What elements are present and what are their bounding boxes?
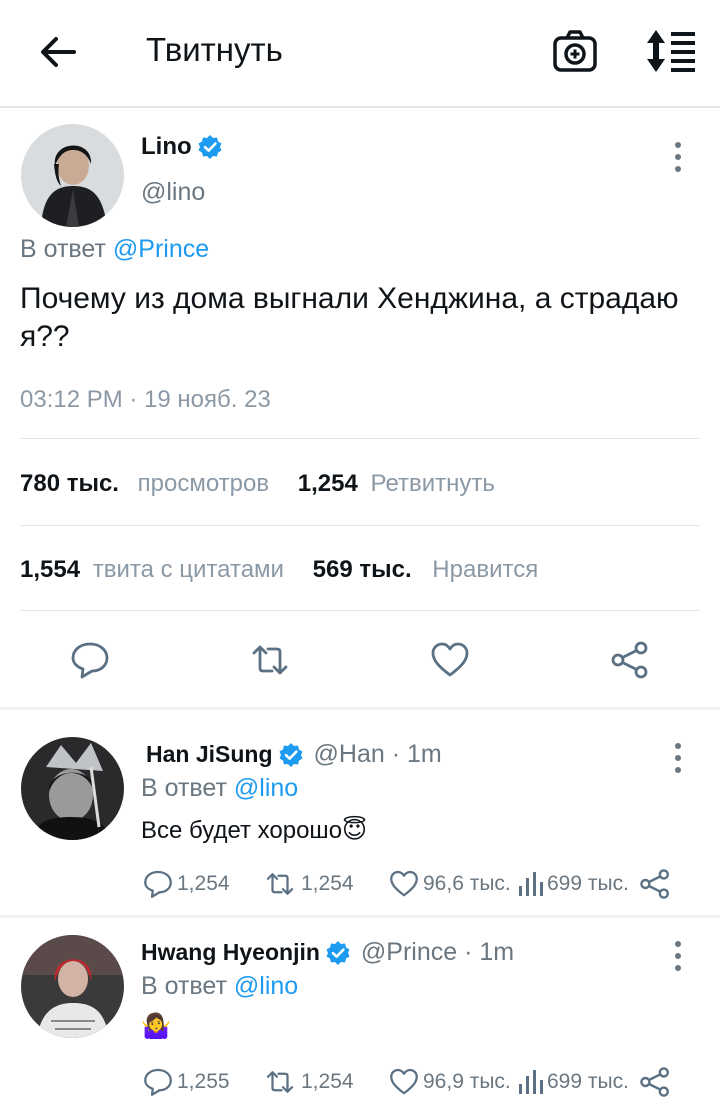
retweet-count: 1,254 xyxy=(301,1070,354,1093)
like-count: 96,6 тыс. xyxy=(423,872,511,895)
reply-to-label: В ответ xyxy=(141,972,227,1000)
verified-badge-icon xyxy=(326,940,350,965)
views-count: 699 тыс. xyxy=(547,872,629,895)
more-options-icon[interactable] xyxy=(672,140,684,174)
top-app-bar: Твитнуть xyxy=(0,0,720,106)
reply-retweet-action[interactable]: 1,254 xyxy=(263,866,354,902)
reply-to-line: В ответ @lino xyxy=(141,774,298,803)
reply-text: Все будет хорошо xyxy=(141,817,343,844)
tweet-timestamp: 03:12 PM · 19 нояб. 23 xyxy=(20,386,271,413)
reply-mention-link[interactable]: @Prince xyxy=(113,235,209,263)
retweet-icon xyxy=(266,873,294,895)
reply-views-action[interactable]: 699 тыс. xyxy=(517,1064,629,1100)
verified-badge-icon xyxy=(279,742,303,767)
share-icon xyxy=(640,869,669,899)
page-title: Твитнуть xyxy=(146,31,283,68)
views-count: 780 тыс. xyxy=(20,470,119,497)
header-divider xyxy=(0,106,720,108)
reply-author-name[interactable]: Hwang Hyeonjin xyxy=(141,939,320,966)
like-heart-icon xyxy=(390,1068,418,1095)
avatar[interactable] xyxy=(21,737,124,840)
reply-retweet-action[interactable]: 1,254 xyxy=(263,1064,354,1100)
reply-like-action[interactable]: 96,6 тыс. xyxy=(389,866,511,902)
reply-action-bar: 1,255 1,254 96,9 тыс. 699 тыс. xyxy=(141,1064,681,1100)
reply-count: 1,254 xyxy=(177,872,230,895)
reply-to-label: В ответ xyxy=(20,235,106,263)
reply-icon xyxy=(144,870,172,898)
like-heart-icon xyxy=(390,870,418,897)
more-options-icon[interactable] xyxy=(672,939,684,973)
sort-icon[interactable] xyxy=(644,28,696,74)
more-options-icon[interactable] xyxy=(672,741,684,775)
reply-count: 1,255 xyxy=(177,1070,230,1093)
retweet-icon xyxy=(266,1071,294,1093)
camera-add-icon[interactable] xyxy=(552,28,598,74)
reply-views-action[interactable]: 699 тыс. xyxy=(517,866,629,902)
reply-emoji: 😇 xyxy=(342,817,368,844)
likes-label[interactable]: Нравится xyxy=(432,556,538,583)
back-arrow-icon[interactable] xyxy=(36,30,80,74)
retweet-icon[interactable] xyxy=(250,640,290,680)
reply-share-action[interactable] xyxy=(639,866,675,902)
reply-handle-time[interactable]: @Han · 1m xyxy=(314,740,442,769)
reply-text-block: 🤷‍♀️ xyxy=(141,1012,171,1041)
quotes-label[interactable]: твита с цитатами xyxy=(93,556,284,583)
stats-row-views-retweets: 780 тыс. просмотров 1,254 Ретвитнуть xyxy=(20,470,495,498)
divider xyxy=(20,438,700,439)
reply-mention-link[interactable]: @lino xyxy=(234,774,298,802)
reply-icon xyxy=(144,1068,172,1096)
retweets-count[interactable]: 1,254 xyxy=(298,470,358,497)
reply-mention-link[interactable]: @lino xyxy=(234,972,298,1000)
stats-row-quotes-likes: 1,554 твита с цитатами 569 тыс. Нравится xyxy=(20,556,538,584)
tweet-text: Почему из дома выгнали Хенджина, а страд… xyxy=(20,282,679,353)
views-count: 699 тыс. xyxy=(547,1070,629,1093)
section-divider xyxy=(0,915,720,918)
quotes-count[interactable]: 1,554 xyxy=(20,556,80,583)
share-icon[interactable] xyxy=(610,640,650,680)
avatar[interactable] xyxy=(21,124,124,227)
reply-author-row: Han JiSung @Han · 1m xyxy=(146,740,442,769)
divider xyxy=(20,610,700,611)
reply-author-name[interactable]: Han JiSung xyxy=(146,741,273,768)
reply-like-action[interactable]: 96,9 тыс. xyxy=(389,1064,511,1100)
divider xyxy=(20,525,700,526)
likes-count[interactable]: 569 тыс. xyxy=(313,556,412,583)
section-divider xyxy=(0,707,720,710)
reply-author-row: Hwang Hyeonjin @Prince · 1m xyxy=(141,938,514,967)
reply-to-line: В ответ @lino xyxy=(141,972,298,1001)
reply-action-bar: 1,254 1,254 96,6 тыс. 699 тыс. xyxy=(141,866,681,902)
retweets-label[interactable]: Ретвитнуть xyxy=(371,470,495,497)
author-name[interactable]: Lino xyxy=(141,133,192,161)
reply-icon[interactable] xyxy=(70,640,110,680)
like-heart-icon[interactable] xyxy=(430,640,470,680)
reply-handle-time[interactable]: @Prince · 1m xyxy=(361,938,514,967)
reply-text-block: Все будет хорошо😇 xyxy=(141,816,367,845)
like-count: 96,9 тыс. xyxy=(423,1070,511,1093)
reply-share-action[interactable] xyxy=(639,1064,675,1100)
reply-reply-action[interactable]: 1,254 xyxy=(143,866,230,902)
reply-emoji: 🤷‍♀️ xyxy=(141,1013,171,1040)
retweet-count: 1,254 xyxy=(301,872,354,895)
views-bar-icon xyxy=(519,1070,543,1094)
views-label: просмотров xyxy=(137,470,270,497)
avatar[interactable] xyxy=(21,935,124,1038)
author-row: Lino xyxy=(141,133,223,161)
verified-badge-icon xyxy=(198,135,222,159)
author-handle[interactable]: @lino xyxy=(141,178,205,207)
reply-reply-action[interactable]: 1,255 xyxy=(143,1064,230,1100)
share-icon xyxy=(640,1067,669,1097)
reply-to-line: В ответ @Prince xyxy=(20,235,209,264)
views-bar-icon xyxy=(519,872,543,896)
reply-to-label: В ответ xyxy=(141,774,227,802)
